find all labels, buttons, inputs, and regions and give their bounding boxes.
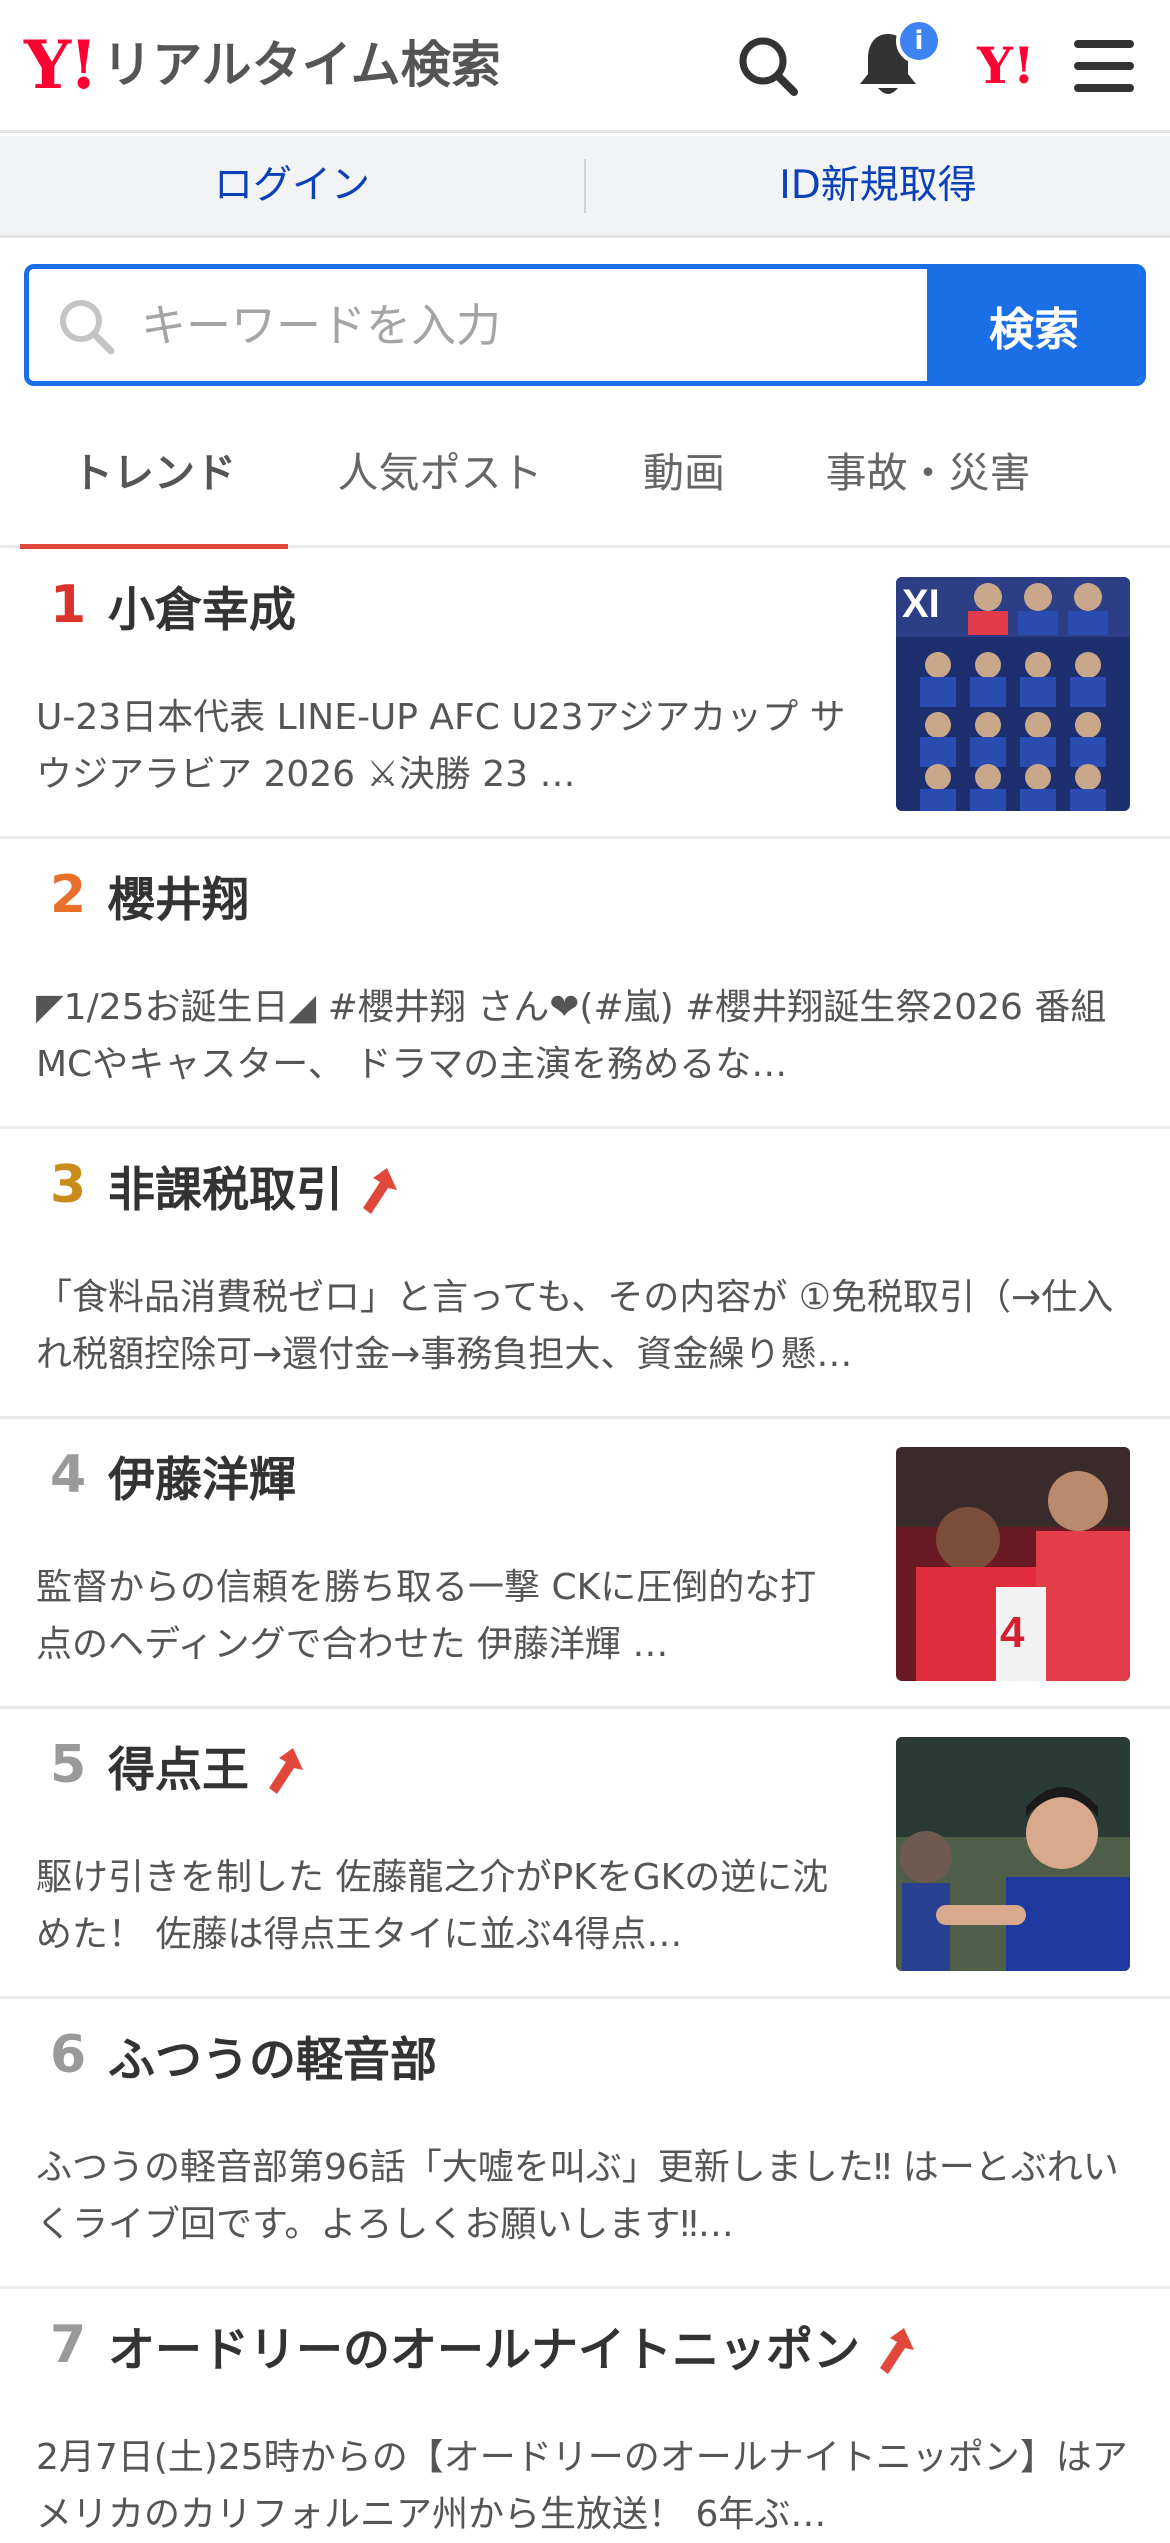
search-button[interactable]: 検索 [927, 269, 1141, 381]
trend-rank: 5 [50, 1735, 87, 1795]
trend-title-text: オードリーのオールナイトニッポン [108, 2323, 860, 2378]
trend-item[interactable]: 6 ふつうの軽音部 ふつうの軽音部第96話「大嘘を叫ぶ」更新しました‼ はーとぶ… [0, 1999, 1170, 2289]
trend-title: オードリーのオールナイトニッポン [108, 2325, 916, 2377]
yahoo-japan-icon: Y! [977, 36, 1035, 95]
login-link[interactable]: ログイン [0, 166, 584, 205]
rising-arrow-icon [269, 1747, 303, 1794]
trend-title: 得点王 [108, 1745, 305, 1797]
trend-title: 伊藤洋輝 [108, 1455, 296, 1507]
trend-rank: 2 [50, 865, 87, 925]
tab-popular-posts[interactable]: 人気ポスト [318, 400, 562, 548]
search-input[interactable] [141, 269, 941, 381]
trend-title-text: 小倉幸成 [108, 583, 296, 638]
menu-button[interactable] [1068, 30, 1140, 102]
trend-description: 「食料品消費税ゼロ」と言っても、その内容が ①免税取引（→仕入れ税額控除可→還付… [36, 1277, 1114, 1375]
header-search-button[interactable] [728, 28, 808, 104]
trend-item[interactable]: 4 伊藤洋輝 監督からの信頼を勝ち取る一撃 CKに圧倒的な打点のヘディングで合わ… [0, 1419, 1170, 1709]
bayern-players-thumbnail: 4 [896, 1447, 1130, 1681]
trend-rank: 3 [50, 1155, 87, 1215]
rising-arrow-icon [880, 2327, 914, 2374]
search-field [29, 269, 941, 381]
yahoo-logo-mark: Y! [24, 26, 98, 104]
hamburger-menu-icon [1074, 40, 1134, 92]
trend-description: 2月7日(土)25時からの【オードリーのオールナイトニッポン】はアメリカのカリフ… [36, 2437, 1128, 2535]
trend-rank: 4 [50, 1445, 87, 1505]
trend-description: U-23日本代表 LINE-UP AFC U23アジアカップ サウジアラビア 2… [36, 697, 846, 795]
trend-rank: 6 [50, 2025, 87, 2085]
japan-player-thumbnail [896, 1737, 1130, 1971]
trend-item[interactable]: 2 櫻井翔 ◤1/25お誕生日◢ #櫻井翔 さん❤(#嵐) #櫻井翔誕生祭202… [0, 839, 1170, 1129]
trend-item[interactable]: 1 小倉幸成 U-23日本代表 LINE-UP AFC U23アジアカップ サウ… [0, 549, 1170, 839]
trend-item[interactable]: 7 オードリーのオールナイトニッポン 2月7日(土)25時からの【オードリーのオ… [0, 2289, 1170, 2535]
yahoo-realtime-logo[interactable]: Y! リアルタイム検索 [24, 30, 501, 100]
logo-text: リアルタイム検索 [102, 36, 501, 94]
trend-rank: 1 [50, 575, 87, 635]
soccer-lineup-thumbnail: XI [896, 577, 1130, 811]
trend-title: 非課税取引 [108, 1165, 399, 1217]
trend-title-text: 得点王 [108, 1743, 249, 1798]
app-header: Y! リアルタイム検索 i Y! [0, 0, 1170, 133]
trend-title-text: 櫻井翔 [108, 873, 249, 928]
trend-rank: 7 [50, 2315, 87, 2375]
search-icon [739, 37, 798, 96]
notification-badge: i [896, 18, 942, 64]
register-link[interactable]: ID新規取得 [586, 166, 1170, 205]
trend-item[interactable]: 5 得点王 駆け引きを制した 佐藤龍之介がPKをGKの逆に沈めた！ 佐藤は得点王… [0, 1709, 1170, 1999]
trend-description: ◤1/25お誕生日◢ #櫻井翔 さん❤(#嵐) #櫻井翔誕生祭2026 番組MC… [36, 987, 1107, 1085]
notifications-button[interactable]: i [848, 18, 942, 106]
search-icon [60, 300, 115, 355]
trend-description: 駆け引きを制した 佐藤龍之介がPKをGKの逆に沈めた！ 佐藤は得点王タイに並ぶ4… [36, 1857, 829, 1955]
trend-title-text: ふつうの軽音部 [108, 2033, 437, 2088]
trend-title-text: 非課税取引 [108, 1163, 343, 1218]
tab-accidents-disasters[interactable]: 事故・災害 [800, 400, 1056, 548]
trend-title: 櫻井翔 [108, 875, 249, 927]
svg-text:4: 4 [1000, 1608, 1025, 1657]
trend-description: 監督からの信頼を勝ち取る一撃 CKに圧倒的な打点のヘディングで合わせた 伊藤洋輝… [36, 1567, 817, 1665]
trend-description: ふつうの軽音部第96話「大嘘を叫ぶ」更新しました‼ はーとぶれいくライブ回です。… [36, 2147, 1119, 2245]
trend-title: ふつうの軽音部 [108, 2035, 437, 2087]
tab-trend[interactable]: トレンド [20, 400, 288, 551]
rising-arrow-icon [363, 1167, 397, 1214]
trend-title-text: 伊藤洋輝 [108, 1453, 296, 1508]
trend-title: 小倉幸成 [108, 585, 296, 637]
svg-text:XI: XI [902, 582, 940, 626]
login-bar: ログイン ID新規取得 [0, 136, 1170, 238]
trend-item[interactable]: 3 非課税取引 「食料品消費税ゼロ」と言っても、その内容が ①免税取引（→仕入れ… [0, 1129, 1170, 1419]
yahoo-japan-top-link[interactable]: Y! [964, 34, 1048, 98]
search-form: 検索 [24, 264, 1146, 386]
tab-videos[interactable]: 動画 [610, 400, 758, 548]
category-tabs: トレンド 人気ポスト 動画 事故・災害 [0, 400, 1170, 551]
